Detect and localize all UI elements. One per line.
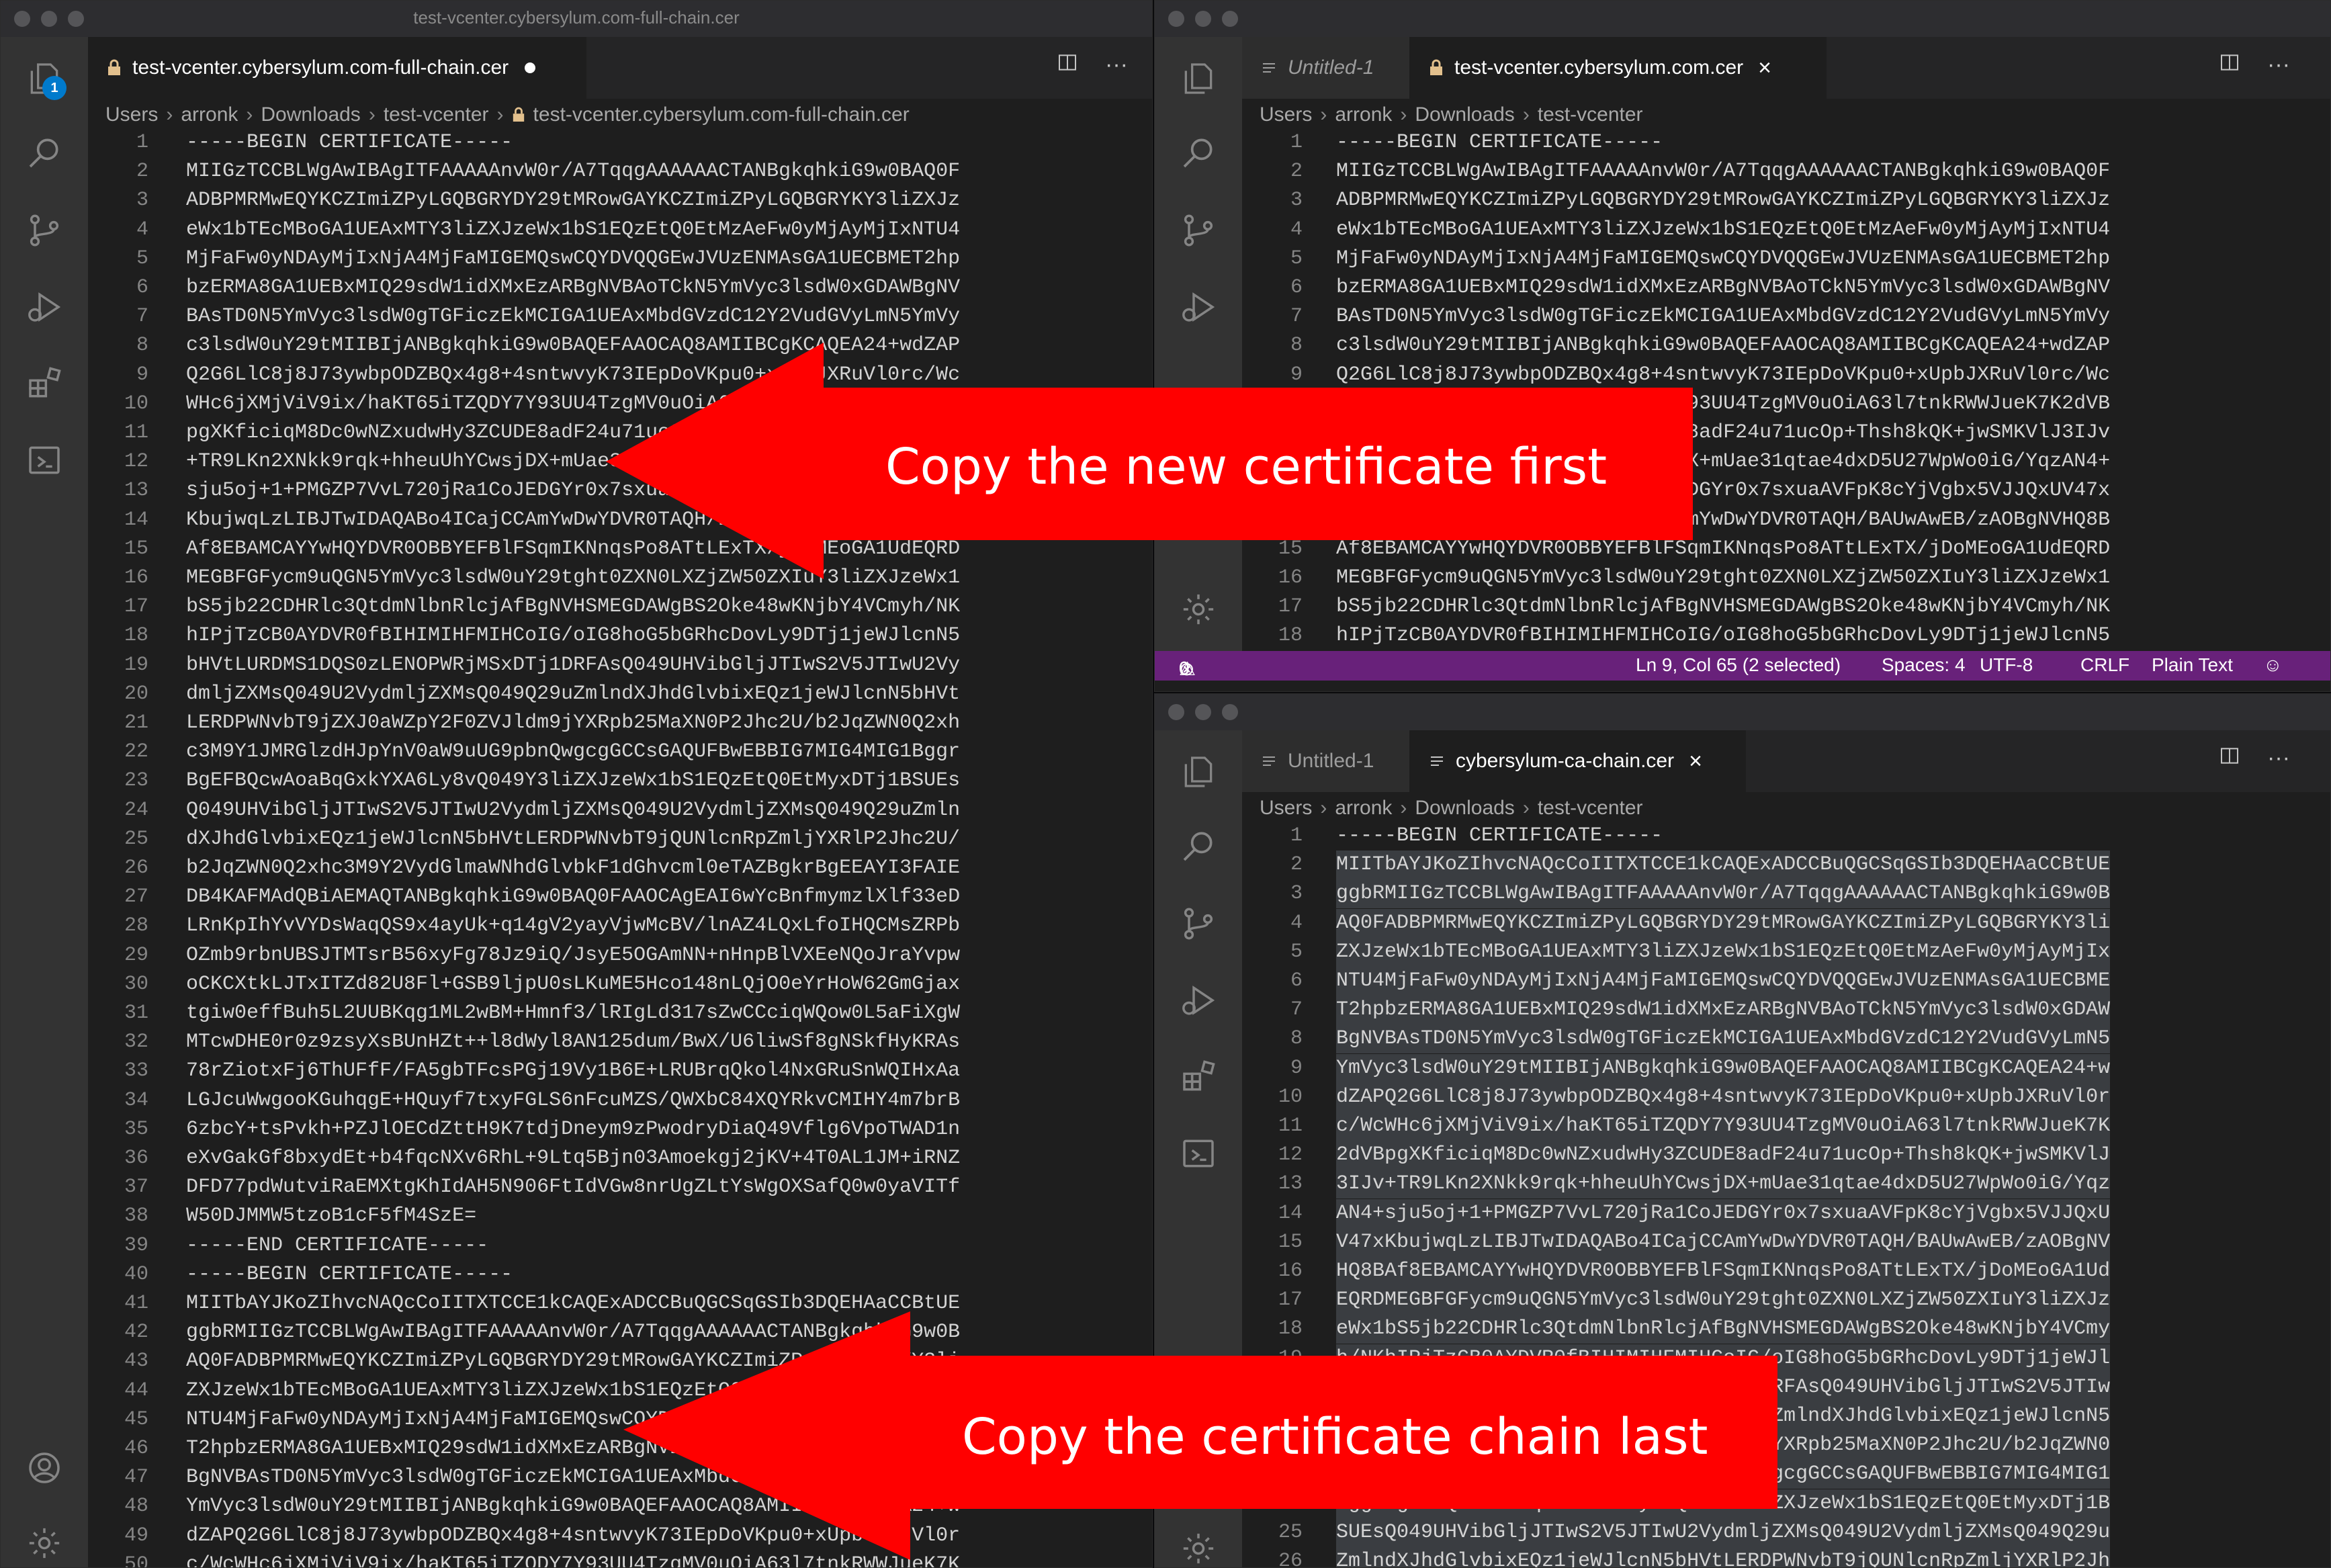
annotation-bottom-label: Copy the certificate chain last (962, 1408, 1708, 1466)
annotation-top-label: Copy the new certificate first (885, 438, 1608, 496)
arrow-top (606, 343, 1777, 1560)
